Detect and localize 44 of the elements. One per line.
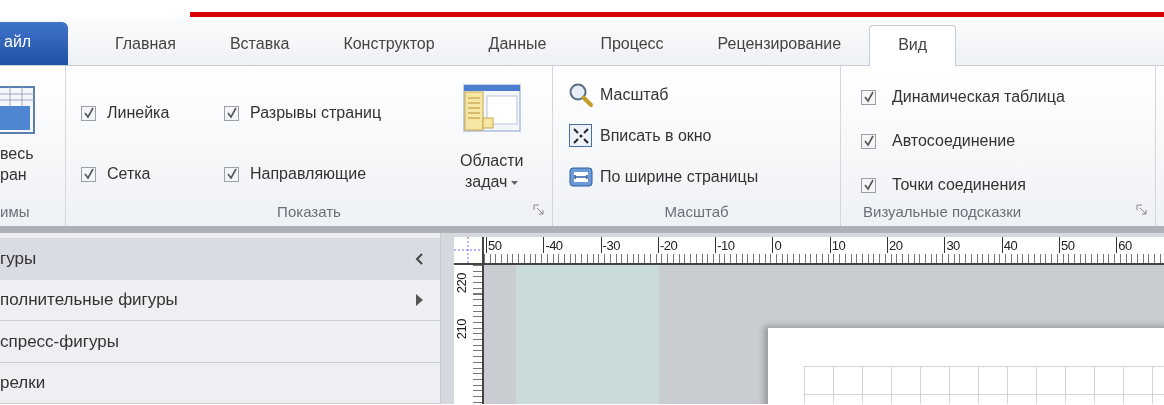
checkbox-label: Линейка	[107, 104, 170, 122]
checkbox-label: Разрывы страниц	[250, 104, 382, 122]
task-panes-icon[interactable]	[462, 84, 521, 132]
zoom-command[interactable]: Вписать в окно	[568, 123, 840, 149]
zoom-command[interactable]: По ширине страницы	[568, 164, 840, 190]
fit-window-icon	[568, 123, 594, 149]
dialog-launcher-icon[interactable]	[1136, 204, 1147, 215]
ribbon-tab[interactable]: Вставка	[229, 35, 290, 65]
checkbox[interactable]	[224, 166, 239, 182]
ruler-label: 220	[454, 273, 469, 294]
checkbox[interactable]	[81, 166, 96, 182]
ribbon-tab[interactable]: Главная	[115, 35, 176, 65]
checkbox[interactable]	[861, 177, 876, 193]
group-label: имы	[0, 201, 31, 222]
checkbox-label: Динамическая таблица	[892, 88, 1065, 106]
group-label: Показать	[277, 202, 341, 220]
checkbox-label: Автосоединение	[892, 132, 1016, 150]
file-tab[interactable]: айл	[0, 22, 68, 65]
group-label: Масштаб	[664, 202, 729, 220]
expand-arrow-icon	[415, 293, 424, 308]
checkbox-label: Сетка	[107, 165, 151, 183]
checkbox[interactable]	[861, 89, 876, 105]
ruler-label: 210	[454, 319, 469, 340]
task-panes-button[interactable]: Области задач	[460, 150, 524, 192]
ribbon-tab[interactable]: Данные	[488, 35, 547, 65]
full-screen-button[interactable]: весь ран	[0, 143, 65, 185]
dropdown-caret-icon	[511, 180, 519, 185]
ribbon-tab[interactable]: Рецензирование	[717, 35, 842, 65]
checkbox[interactable]	[861, 133, 876, 149]
magnifier-icon	[568, 82, 594, 108]
group-label: Визуальные подсказки	[863, 202, 1022, 220]
checkbox[interactable]	[81, 105, 96, 121]
full-screen-icon[interactable]	[0, 86, 36, 136]
shapes-header[interactable]: гуры	[0, 238, 440, 281]
checkbox-label: Направляющие	[250, 165, 367, 183]
collapse-icon[interactable]	[414, 252, 424, 267]
ribbon-tab[interactable]: Конструктор	[343, 35, 435, 65]
ribbon-tab[interactable]: Вид	[869, 25, 957, 66]
zoom-command[interactable]: Масштаб	[568, 82, 840, 108]
dialog-launcher-icon[interactable]	[533, 204, 544, 215]
checkbox-label: Точки соединения	[892, 176, 1026, 194]
page-width-icon	[568, 164, 594, 190]
ribbon-tab[interactable]: Процесс	[600, 35, 664, 65]
checkbox[interactable]	[224, 105, 239, 121]
